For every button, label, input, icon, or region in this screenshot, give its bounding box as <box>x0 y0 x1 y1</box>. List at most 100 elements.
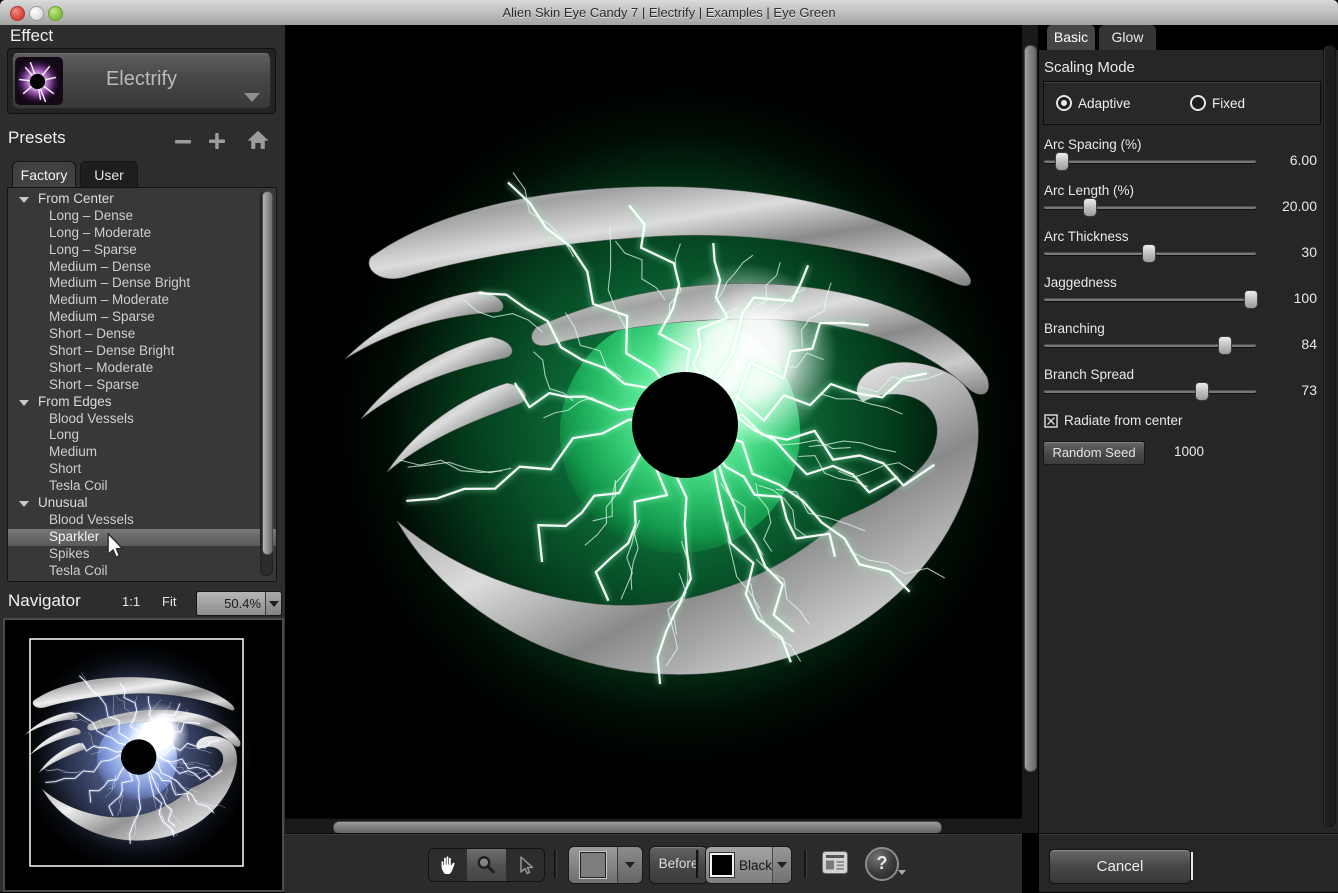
fit-button[interactable]: Fit <box>162 594 176 609</box>
preset-item[interactable]: Tesla Coil <box>8 563 276 580</box>
radio-button-icon[interactable] <box>1056 95 1072 111</box>
arc-length-slider[interactable] <box>1044 206 1256 209</box>
preset-item[interactable]: Short – Moderate <box>8 360 276 377</box>
background-color-swatch[interactable] <box>569 847 617 883</box>
ok-button-edge[interactable] <box>1191 852 1193 880</box>
preset-item[interactable]: Medium – Sparse <box>8 309 276 326</box>
scrollbar-thumb[interactable] <box>262 191 273 555</box>
jaggedness-value: 100 <box>1253 290 1317 306</box>
effect-selector-button[interactable]: Electrify <box>12 53 271 109</box>
cancel-button[interactable]: Cancel <box>1049 849 1191 884</box>
preset-item[interactable]: Short – Dense <box>8 326 276 343</box>
hand-tool-button[interactable] <box>429 849 467 881</box>
preset-item[interactable]: Long – Dense <box>8 208 276 225</box>
radio-button-icon[interactable] <box>1190 95 1206 111</box>
preset-category[interactable]: Unusual <box>8 495 276 512</box>
left-panel: Effect Electrify Presets Factory User Fr… <box>0 25 285 892</box>
matte-color-main[interactable]: Black <box>706 847 772 883</box>
panel-layout-button[interactable] <box>822 851 848 879</box>
radiate-from-center-checkbox[interactable]: Radiate from center <box>1044 413 1183 428</box>
scaling-mode-group: Adaptive Fixed <box>1043 81 1321 125</box>
branch-spread-value: 73 <box>1253 382 1317 398</box>
arc-spacing-slider[interactable] <box>1044 160 1256 163</box>
hand-icon <box>437 854 459 876</box>
branch-spread-slider[interactable] <box>1044 390 1256 393</box>
matte-color-combobox[interactable]: Black <box>705 846 792 884</box>
preset-category[interactable]: From Edges <box>8 394 276 411</box>
slider-thumb[interactable] <box>1195 382 1209 401</box>
preset-item[interactable]: Medium – Moderate <box>8 292 276 309</box>
arc-thickness-slider[interactable] <box>1044 252 1256 255</box>
arc-thickness-label: Arc Thickness <box>1044 229 1129 244</box>
branch-spread-label: Branch Spread <box>1044 367 1134 382</box>
presets-heading: Presets <box>8 128 66 148</box>
canvas-vertical-scrollbar[interactable] <box>1022 25 1038 833</box>
before-button[interactable]: Before <box>649 846 708 884</box>
preset-item[interactable]: Blood Vessels <box>8 411 276 428</box>
panel-layout-icon <box>822 851 848 874</box>
toolbar-separator <box>804 850 806 878</box>
canvas-horizontal-scrollbar[interactable] <box>285 818 1022 834</box>
branching-label: Branching <box>1044 321 1105 336</box>
image-canvas[interactable] <box>285 25 1022 818</box>
disclosure-triangle-icon[interactable] <box>19 197 29 203</box>
radio-adaptive[interactable]: Adaptive <box>1056 95 1131 111</box>
jaggedness-label: Jaggedness <box>1044 275 1117 290</box>
arrow-tool-button[interactable] <box>506 849 544 881</box>
zoom-level-value: 50.4% <box>197 592 265 615</box>
tab-glow[interactable]: Glow <box>1099 25 1156 50</box>
zoom-tool-button[interactable] <box>467 849 505 881</box>
zoom-dropdown-button[interactable] <box>265 592 281 615</box>
slider-thumb[interactable] <box>1083 198 1097 217</box>
preset-item[interactable]: Long <box>8 427 276 444</box>
magnifier-icon <box>475 854 497 876</box>
preset-item-selected[interactable]: Sparkler <box>8 529 276 546</box>
preset-item[interactable]: Short <box>8 461 276 478</box>
matte-color-dropdown[interactable] <box>772 847 791 883</box>
jaggedness-slider[interactable] <box>1044 298 1256 301</box>
slider-thumb[interactable] <box>1142 244 1156 263</box>
tab-basic[interactable]: Basic <box>1047 25 1095 50</box>
minus-icon <box>172 132 194 150</box>
slider-thumb[interactable] <box>1218 336 1232 355</box>
chevron-down-icon <box>777 862 787 868</box>
radio-fixed[interactable]: Fixed <box>1190 95 1245 111</box>
tab-factory[interactable]: Factory <box>12 161 76 188</box>
chevron-down-icon <box>269 601 279 607</box>
preset-item[interactable]: Spikes <box>8 546 276 563</box>
add-preset-button[interactable] <box>206 132 228 155</box>
actual-size-button[interactable]: 1:1 <box>122 594 140 609</box>
background-color-dropdown[interactable] <box>617 847 642 883</box>
scrollbar-thumb[interactable] <box>1024 45 1037 772</box>
remove-preset-button[interactable] <box>172 132 194 155</box>
disclosure-triangle-icon[interactable] <box>19 400 29 406</box>
settings-scrollbar[interactable] <box>1323 45 1336 827</box>
preset-item[interactable]: Short – Dense Bright <box>8 343 276 360</box>
random-seed-value: 1000 <box>1174 444 1204 459</box>
tab-user[interactable]: User <box>80 161 138 188</box>
slider-thumb[interactable] <box>1055 152 1069 171</box>
tool-group <box>428 848 545 882</box>
dialog-action-bar: Cancel <box>1039 833 1338 893</box>
random-seed-button[interactable]: Random Seed <box>1043 441 1145 465</box>
branching-slider[interactable] <box>1044 344 1256 347</box>
preset-item[interactable]: Long – Moderate <box>8 225 276 242</box>
black-swatch-icon <box>710 853 734 877</box>
help-dropdown-caret-icon[interactable] <box>898 870 906 875</box>
checkbox-checked-icon[interactable] <box>1044 414 1058 428</box>
preset-category[interactable]: From Center <box>8 191 276 208</box>
preset-item[interactable]: Long – Sparse <box>8 242 276 259</box>
background-color-split-button[interactable] <box>568 846 643 884</box>
zoom-level-combobox[interactable]: 50.4% <box>196 591 282 616</box>
preset-item[interactable]: Tesla Coil <box>8 478 276 495</box>
preset-item[interactable]: Short – Sparse <box>8 377 276 394</box>
help-button[interactable]: ? <box>865 847 899 881</box>
home-preset-button[interactable] <box>246 129 270 155</box>
preset-item[interactable]: Medium – Dense <box>8 259 276 276</box>
disclosure-triangle-icon[interactable] <box>19 501 29 507</box>
navigator-preview[interactable] <box>3 618 284 892</box>
preset-item[interactable]: Medium <box>8 444 276 461</box>
preset-list-scrollbar[interactable] <box>260 191 273 576</box>
preset-item[interactable]: Blood Vessels <box>8 512 276 529</box>
preset-item[interactable]: Medium – Dense Bright <box>8 275 276 292</box>
